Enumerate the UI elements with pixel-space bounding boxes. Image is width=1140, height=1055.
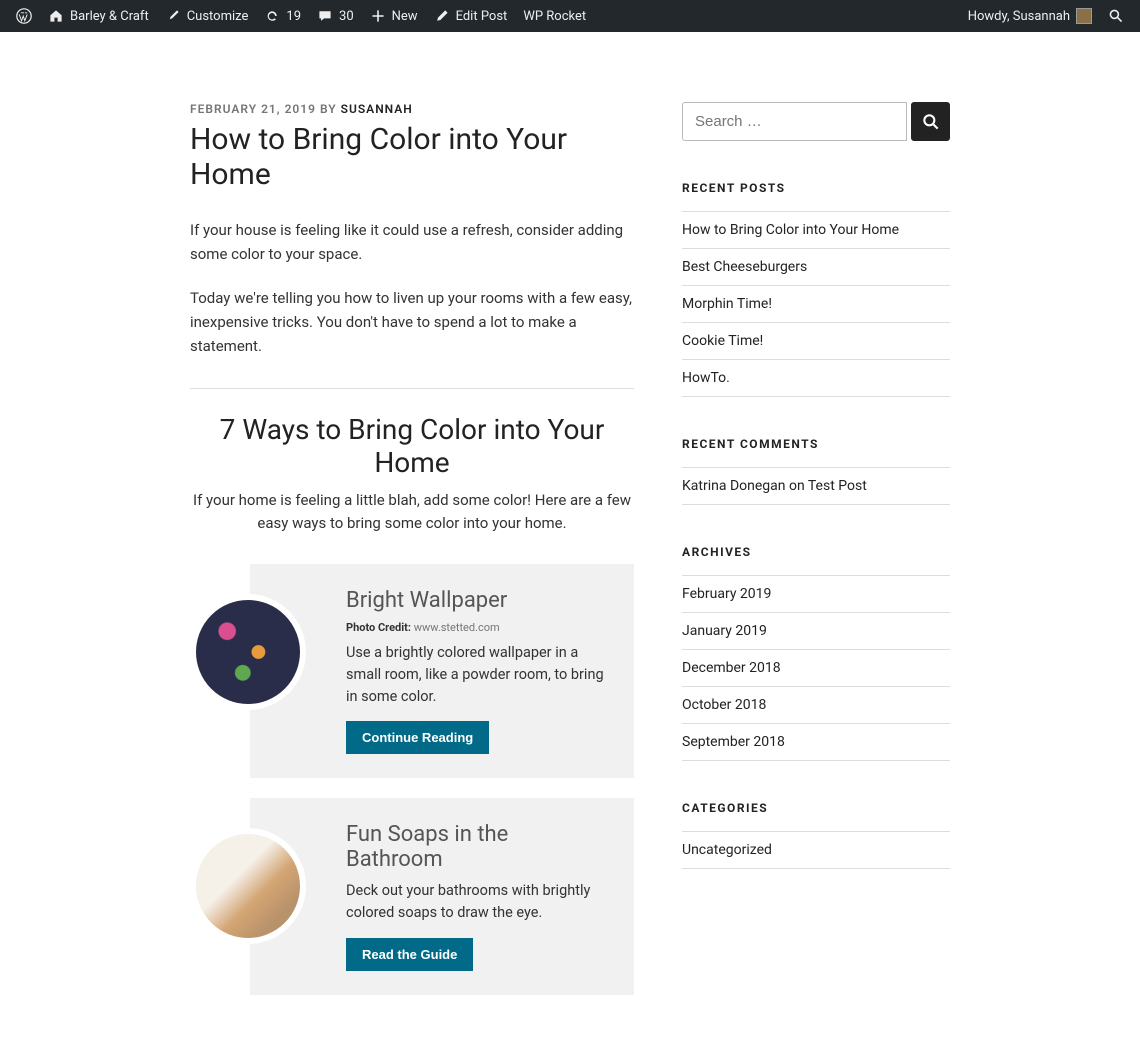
card-description: Deck out your bathrooms with brightly co…: [346, 880, 610, 924]
credit-label: Photo Credit:: [346, 621, 411, 634]
main-column: FEBRUARY 21, 2019 BY SUSANNAH How to Bri…: [190, 102, 634, 1015]
refresh-icon: [264, 8, 280, 24]
category-link[interactable]: Uncategorized: [682, 831, 950, 869]
recent-post-link[interactable]: HowTo.: [682, 359, 950, 397]
widget-list: Uncategorized: [682, 831, 950, 869]
site-name-menu[interactable]: Barley & Craft: [40, 0, 157, 32]
howdy-label: Howdy, Susannah: [968, 9, 1070, 24]
search-icon: [1108, 8, 1124, 24]
archive-link[interactable]: September 2018: [682, 723, 950, 761]
recent-post-link[interactable]: Morphin Time!: [682, 285, 950, 322]
widget-recent-comments: RECENT COMMENTS Katrina Donegan on Test …: [682, 437, 950, 505]
new-menu[interactable]: New: [362, 0, 426, 32]
site-name-label: Barley & Craft: [70, 9, 149, 24]
search-input[interactable]: [682, 102, 907, 141]
edit-post-label: Edit Post: [456, 9, 508, 24]
widget-title: RECENT COMMENTS: [682, 437, 950, 451]
post-title: How to Bring Color into Your Home: [190, 122, 634, 192]
home-icon: [48, 8, 64, 24]
wp-rocket-menu[interactable]: WP Rocket: [515, 0, 594, 32]
post-by: BY: [316, 102, 341, 116]
widget-archives: ARCHIVES February 2019 January 2019 Dece…: [682, 545, 950, 761]
widget-title: ARCHIVES: [682, 545, 950, 559]
admin-bar-left: Barley & Craft Customize 19 30 New Edit …: [8, 0, 594, 32]
recent-post-link[interactable]: Cookie Time!: [682, 322, 950, 359]
search-button[interactable]: [911, 102, 950, 141]
sidebar: RECENT POSTS How to Bring Color into You…: [682, 102, 950, 1015]
widget-categories: CATEGORIES Uncategorized: [682, 801, 950, 869]
content-wrap: FEBRUARY 21, 2019 BY SUSANNAH How to Bri…: [190, 32, 950, 1055]
read-guide-button[interactable]: Read the Guide: [346, 938, 473, 971]
continue-reading-button[interactable]: Continue Reading: [346, 721, 489, 754]
brush-icon: [165, 8, 181, 24]
comment-icon: [317, 8, 333, 24]
card-image: [190, 828, 306, 944]
recent-post-link[interactable]: How to Bring Color into Your Home: [682, 211, 950, 248]
wp-logo-menu[interactable]: [8, 0, 40, 32]
recent-post-link[interactable]: Best Cheeseburgers: [682, 248, 950, 285]
post-meta: FEBRUARY 21, 2019 BY SUSANNAH: [190, 102, 634, 116]
separator: [190, 388, 634, 389]
recent-comment-link[interactable]: Katrina Donegan on Test Post: [682, 467, 950, 505]
widget-list: Katrina Donegan on Test Post: [682, 467, 950, 505]
card-title: Fun Soaps in the Bathroom: [346, 822, 610, 872]
pencil-icon: [434, 8, 450, 24]
edit-post-menu[interactable]: Edit Post: [426, 0, 516, 32]
updates-count: 19: [286, 9, 301, 24]
archive-link[interactable]: February 2019: [682, 575, 950, 612]
widget-list: How to Bring Color into Your Home Best C…: [682, 211, 950, 397]
post-body: If your house is feeling like it could u…: [190, 218, 634, 358]
widget-title: RECENT POSTS: [682, 181, 950, 195]
post-paragraph: If your house is feeling like it could u…: [190, 218, 634, 266]
list-card: Fun Soaps in the Bathroom Deck out your …: [250, 798, 634, 995]
credit-value: www.stetted.com: [411, 621, 500, 634]
wordpress-icon: [16, 8, 32, 24]
customize-menu[interactable]: Customize: [157, 0, 257, 32]
comments-count: 30: [339, 9, 354, 24]
customize-label: Customize: [187, 9, 249, 24]
list-card: Bright Wallpaper Photo Credit: www.stett…: [250, 564, 634, 778]
list-subheading: If your home is feeling a little blah, a…: [190, 489, 634, 534]
card-description: Use a brightly colored wallpaper in a sm…: [346, 642, 610, 707]
account-menu[interactable]: Howdy, Susannah: [960, 0, 1100, 32]
archive-link[interactable]: January 2019: [682, 612, 950, 649]
wp-rocket-label: WP Rocket: [523, 9, 586, 24]
card-credit: Photo Credit: www.stetted.com: [346, 621, 610, 634]
comments-menu[interactable]: 30: [309, 0, 362, 32]
new-label: New: [392, 9, 418, 24]
widget-recent-posts: RECENT POSTS How to Bring Color into You…: [682, 181, 950, 397]
avatar: [1076, 8, 1092, 24]
card-image: [190, 594, 306, 710]
archive-link[interactable]: December 2018: [682, 649, 950, 686]
post-date: FEBRUARY 21, 2019: [190, 102, 316, 116]
search-form: [682, 102, 950, 141]
post-author-link[interactable]: SUSANNAH: [341, 102, 413, 116]
post-paragraph: Today we're telling you how to liven up …: [190, 286, 634, 358]
wp-admin-bar: Barley & Craft Customize 19 30 New Edit …: [0, 0, 1140, 32]
list-heading: 7 Ways to Bring Color into Your Home: [190, 413, 634, 479]
plus-icon: [370, 8, 386, 24]
archive-link[interactable]: October 2018: [682, 686, 950, 723]
search-toggle[interactable]: [1100, 0, 1132, 32]
widget-title: CATEGORIES: [682, 801, 950, 815]
widget-list: February 2019 January 2019 December 2018…: [682, 575, 950, 761]
card-title: Bright Wallpaper: [346, 588, 610, 613]
search-icon: [921, 112, 941, 132]
admin-bar-right: Howdy, Susannah: [960, 0, 1132, 32]
updates-menu[interactable]: 19: [256, 0, 309, 32]
